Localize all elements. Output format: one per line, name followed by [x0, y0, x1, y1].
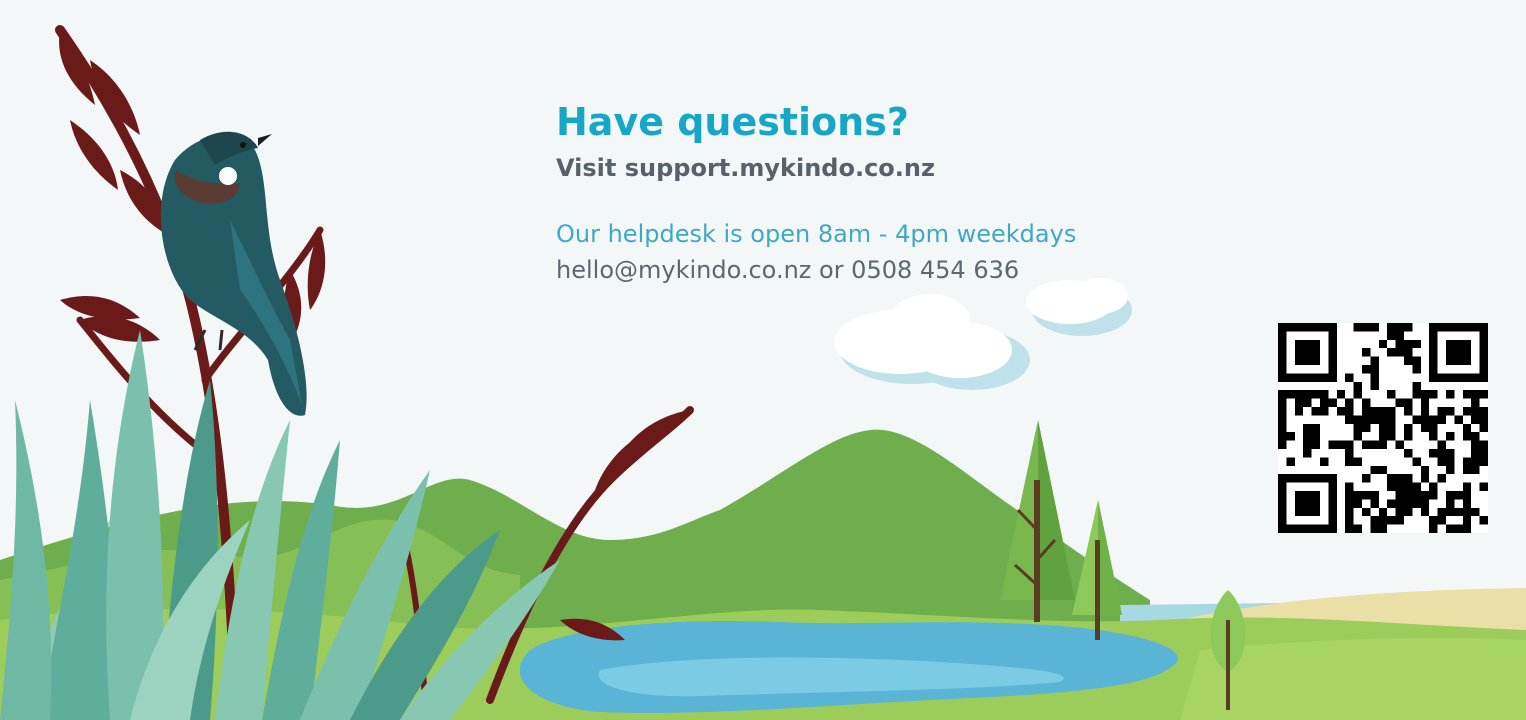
contact-details: hello@mykindo.co.nz or 0508 454 636 [556, 256, 1020, 284]
support-link[interactable]: Visit support.mykindo.co.nz [556, 154, 935, 182]
page-heading: Have questions? [556, 100, 909, 144]
qr-code[interactable] [1278, 323, 1488, 533]
helpdesk-hours: Our helpdesk is open 8am - 4pm weekdays [556, 220, 1077, 248]
